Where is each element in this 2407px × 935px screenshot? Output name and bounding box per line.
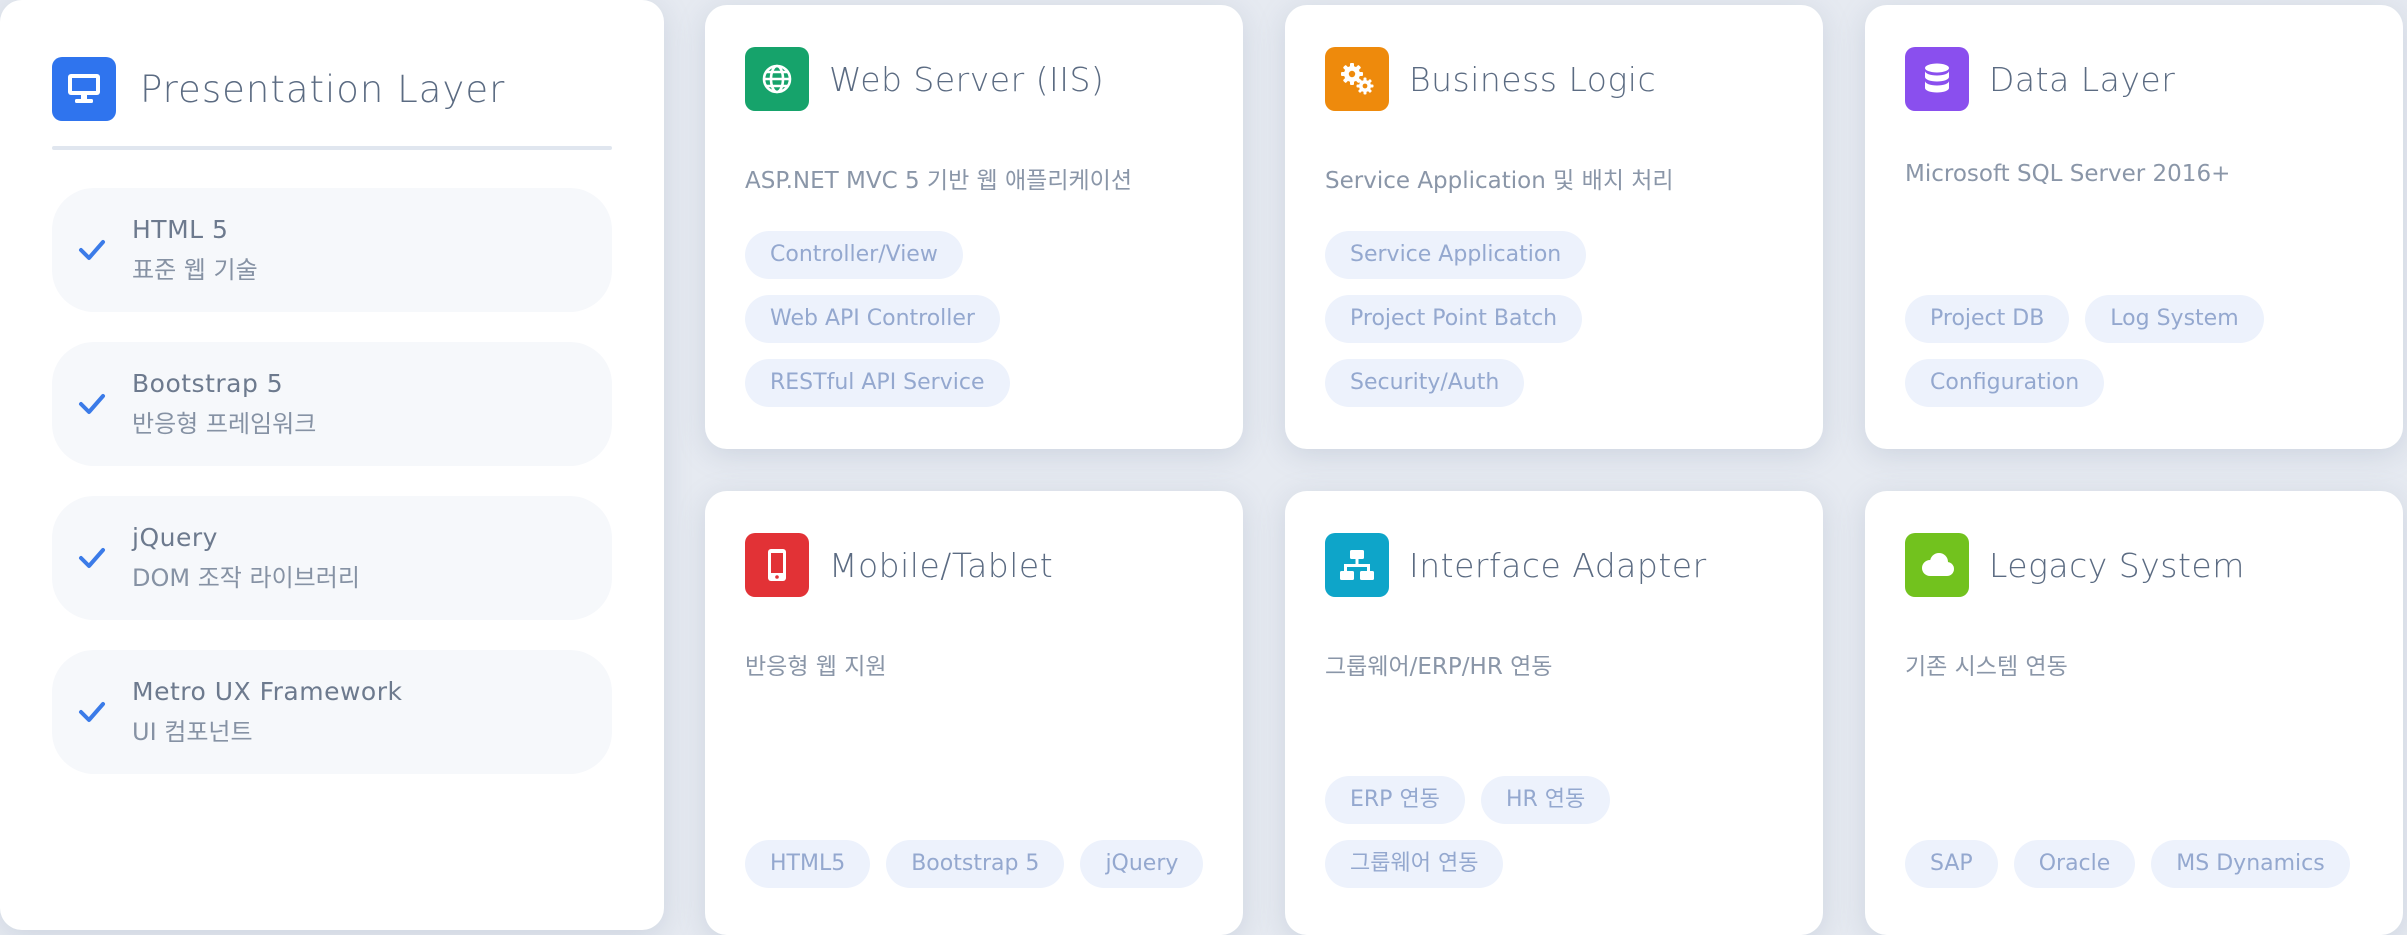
component-title: Legacy System <box>1989 545 2245 585</box>
tech-name: HTML 5 <box>132 215 229 244</box>
tag: 그룹웨어 연동 <box>1325 840 1504 888</box>
globe-icon <box>745 47 809 111</box>
tag: Project Point Batch <box>1325 295 1583 343</box>
component-title: Mobile/Tablet <box>829 545 1054 585</box>
tag: Bootstrap 5 <box>886 840 1065 888</box>
component-title: Data Layer <box>1989 59 2176 99</box>
tag: Log System <box>2085 295 2264 343</box>
component-desc: 그룹웨어/ERP/HR 연동 <box>1325 654 1553 680</box>
tag: Configuration <box>1905 359 2105 407</box>
component-web-server: Web Server (IIS) ASP.NET MVC 5 기반 웹 애플리케… <box>705 5 1243 449</box>
presentation-layer-header: Presentation Layer <box>52 52 612 126</box>
tag-list: Controller/View Web API Controller RESTf… <box>745 231 1213 407</box>
check-icon <box>78 393 110 415</box>
tag: jQuery <box>1080 840 1204 888</box>
tag: SAP <box>1905 840 1998 888</box>
tech-item-bootstrap: Bootstrap 5 반응형 프레임워크 <box>52 342 612 466</box>
component-data-layer: Data Layer Microsoft SQL Server 2016+ Pr… <box>1865 5 2403 449</box>
check-icon <box>78 701 110 723</box>
divider <box>52 146 612 150</box>
tag: MS Dynamics <box>2151 840 2350 888</box>
tag: HR 연동 <box>1480 776 1611 824</box>
tech-list: HTML 5 표준 웹 기술 Bootstrap 5 반응형 프레임워크 jQu… <box>52 188 612 774</box>
presentation-layer-panel: Presentation Layer HTML 5 표준 웹 기술 Bootst… <box>0 0 664 930</box>
tech-desc: 반응형 프레임워크 <box>132 410 317 438</box>
tech-desc: 표준 웹 기술 <box>132 256 258 284</box>
tag: Service Application <box>1325 231 1587 279</box>
tag-list: ERP 연동 HR 연동 그룹웨어 연동 <box>1325 776 1655 888</box>
tech-name: Bootstrap 5 <box>132 369 284 398</box>
cloud-icon <box>1905 533 1969 597</box>
component-desc: 반응형 웹 지원 <box>745 654 887 680</box>
tag-list: Project DB Log System Configuration <box>1905 295 2325 407</box>
component-interface-adapter: Interface Adapter 그룹웨어/ERP/HR 연동 ERP 연동 … <box>1285 491 1823 935</box>
component-desc: ASP.NET MVC 5 기반 웹 애플리케이션 <box>745 168 1132 194</box>
tech-item-jquery: jQuery DOM 조작 라이브러리 <box>52 496 612 620</box>
tech-name: jQuery <box>132 523 218 552</box>
component-desc: Microsoft SQL Server 2016+ <box>1905 161 2231 187</box>
check-icon <box>78 239 110 261</box>
tag: RESTful API Service <box>745 359 1010 407</box>
database-icon <box>1905 47 1969 111</box>
tag: HTML5 <box>745 840 871 888</box>
tech-name: Metro UX Framework <box>132 677 403 706</box>
tag: Security/Auth <box>1325 359 1525 407</box>
component-desc: 기존 시스템 연동 <box>1905 654 2068 680</box>
component-legacy-system: Legacy System 기존 시스템 연동 SAP Oracle MS Dy… <box>1865 491 2403 935</box>
component-business-logic: Business Logic Service Application 및 배치 … <box>1285 5 1823 449</box>
component-title: Web Server (IIS) <box>829 59 1105 99</box>
component-title: Interface Adapter <box>1409 545 1707 585</box>
tech-item-metro-ux: Metro UX Framework UI 컴포넌트 <box>52 650 612 774</box>
tag: Oracle <box>2013 840 2136 888</box>
mobile-icon <box>745 533 809 597</box>
tag: Project DB <box>1905 295 2070 343</box>
component-desc: Service Application 및 배치 처리 <box>1325 168 1674 194</box>
gears-icon <box>1325 47 1389 111</box>
network-icon <box>1325 533 1389 597</box>
component-mobile-tablet: Mobile/Tablet 반응형 웹 지원 HTML5 Bootstrap 5… <box>705 491 1243 935</box>
tech-item-html5: HTML 5 표준 웹 기술 <box>52 188 612 312</box>
tag: Controller/View <box>745 231 963 279</box>
tag-list: SAP Oracle MS Dynamics <box>1905 840 2373 888</box>
tech-desc: DOM 조작 라이브러리 <box>132 564 360 592</box>
presentation-layer-title: Presentation Layer <box>140 67 506 111</box>
tech-desc: UI 컴포넌트 <box>132 718 253 746</box>
component-title: Business Logic <box>1409 59 1657 99</box>
check-icon <box>78 547 110 569</box>
tag: Web API Controller <box>745 295 1000 343</box>
tag: ERP 연동 <box>1325 776 1465 824</box>
monitor-icon <box>52 57 116 121</box>
tag-list: Service Application Project Point Batch … <box>1325 231 1793 407</box>
tag-list: HTML5 Bootstrap 5 jQuery <box>745 840 1213 888</box>
